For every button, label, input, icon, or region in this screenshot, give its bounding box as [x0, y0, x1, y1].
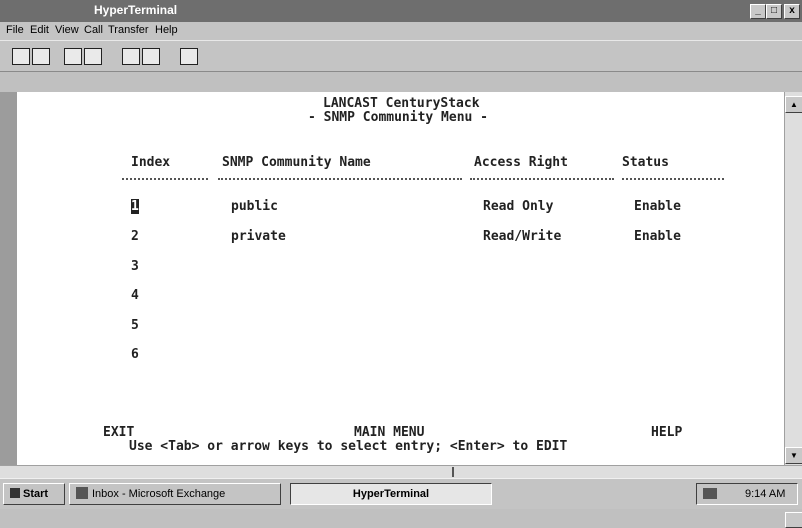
menu-call[interactable]: Call [84, 24, 103, 36]
column-index: Index [131, 155, 171, 170]
column-access-right: Access Right [474, 155, 568, 170]
maximize-button[interactable]: □ [766, 4, 782, 19]
minimize-button[interactable]: _ [750, 4, 766, 19]
terminal-left-frame [0, 92, 17, 465]
send-icon[interactable] [122, 48, 140, 65]
taskbar-item-label: HyperTerminal [352, 488, 430, 500]
scroll-thumb[interactable] [452, 467, 454, 477]
taskbar: Start Inbox - Microsoft Exchange HyperTe… [0, 478, 802, 509]
divider [470, 178, 614, 180]
open-icon[interactable] [32, 48, 50, 65]
windows-logo-icon [10, 488, 20, 498]
divider [122, 178, 208, 180]
menu-help[interactable]: Help [155, 24, 178, 36]
window-title: HyperTerminal [94, 3, 178, 17]
taskbar-item-hyperterminal[interactable]: HyperTerminal [290, 483, 492, 505]
row-index-cursor[interactable]: 1 [131, 199, 139, 214]
start-button[interactable]: Start [3, 483, 65, 505]
menu-edit[interactable]: Edit [30, 24, 49, 36]
column-community-name: SNMP Community Name [222, 155, 371, 170]
exchange-inbox-icon [76, 487, 88, 499]
horizontal-scrollbar[interactable] [0, 465, 802, 478]
terminal-screen[interactable] [0, 92, 802, 465]
divider [622, 178, 724, 180]
divider [218, 178, 462, 180]
receive-icon[interactable] [142, 48, 160, 65]
help-option[interactable]: HELP [651, 425, 682, 440]
properties-icon[interactable] [180, 48, 198, 65]
row-access-right[interactable]: Read/Write [483, 229, 561, 244]
tray-icon[interactable] [703, 488, 717, 499]
close-button[interactable]: x [784, 4, 800, 19]
disconnect-icon[interactable] [84, 48, 102, 65]
scroll-thumb[interactable] [785, 512, 802, 528]
row-index[interactable]: 2 [131, 229, 139, 244]
navigation-hint: Use <Tab> or arrow keys to select entry;… [129, 439, 568, 454]
row-index[interactable]: 6 [131, 347, 139, 362]
system-tray: 9:14 AM [696, 483, 798, 505]
clock: 9:14 AM [745, 488, 786, 500]
row-index[interactable]: 3 [131, 259, 139, 274]
connect-icon[interactable] [64, 48, 82, 65]
row-index[interactable]: 5 [131, 318, 139, 333]
taskbar-item-inbox[interactable]: Inbox - Microsoft Exchange [69, 483, 281, 505]
title-bar: HyperTerminal _ □ x [0, 0, 802, 22]
scroll-up-icon[interactable]: ▲ [785, 96, 802, 113]
row-community-name[interactable]: private [231, 229, 286, 244]
menu-view[interactable]: View [55, 24, 79, 36]
terminal-header-subtitle: - SNMP Community Menu - [308, 110, 489, 125]
start-label: Start [23, 488, 49, 500]
menu-transfer[interactable]: Transfer [108, 24, 149, 36]
toolbar [0, 40, 802, 72]
vertical-scrollbar[interactable]: ▲ ▼ [784, 92, 802, 528]
row-community-name[interactable]: public [231, 199, 278, 214]
row-access-right[interactable]: Read Only [483, 199, 553, 214]
terminal-header-title: LANCAST CenturyStack [323, 96, 480, 111]
new-connection-icon[interactable] [12, 48, 30, 65]
column-status: Status [622, 155, 669, 170]
main-menu-option[interactable]: MAIN MENU [354, 425, 424, 440]
menu-bar: File Edit View Call Transfer Help [0, 22, 802, 40]
taskbar-item-label: Inbox - Microsoft Exchange [92, 488, 226, 500]
row-status[interactable]: Enable [634, 199, 681, 214]
exit-option[interactable]: EXIT [103, 425, 134, 440]
row-index[interactable]: 4 [131, 288, 139, 303]
menu-file[interactable]: File [6, 24, 24, 36]
scroll-down-icon[interactable]: ▼ [785, 447, 802, 464]
row-status[interactable]: Enable [634, 229, 681, 244]
